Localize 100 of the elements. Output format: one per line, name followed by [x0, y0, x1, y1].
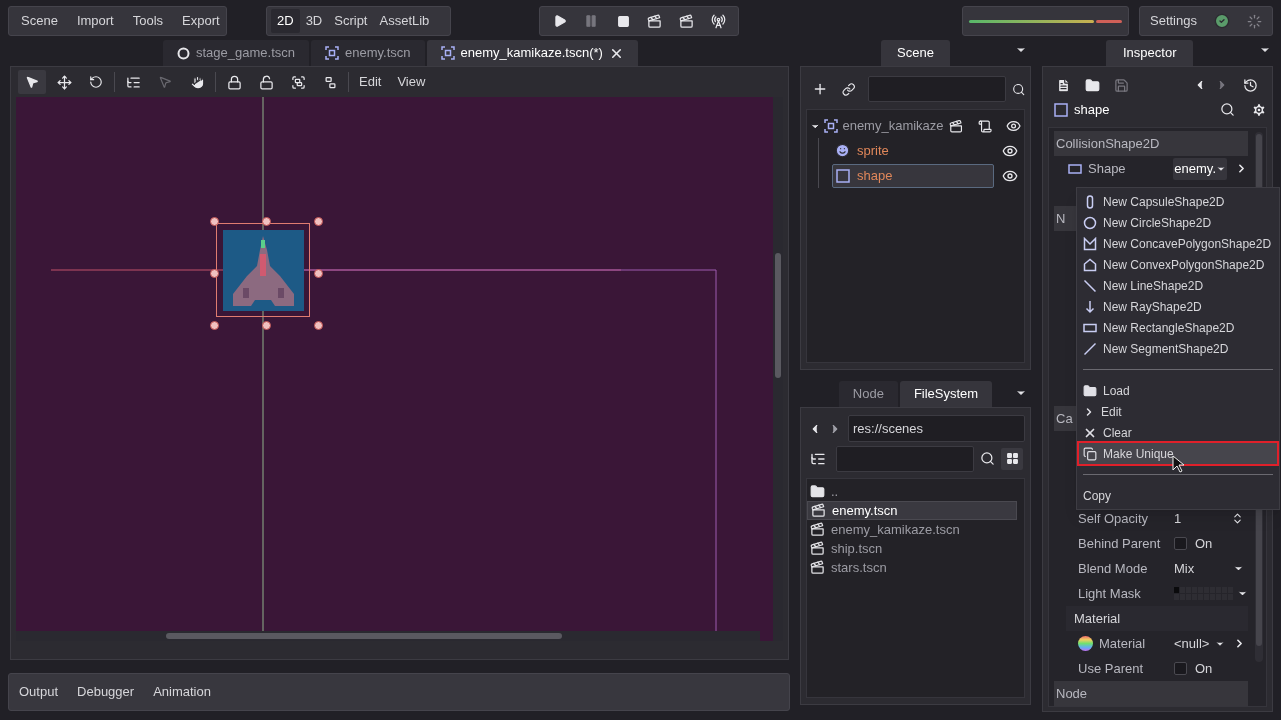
- convex-polygon-icon: [1083, 257, 1097, 272]
- sprite-selection[interactable]: [216, 223, 310, 317]
- number-field[interactable]: 1: [1174, 507, 1244, 530]
- dock-tab[interactable]: FileSystem: [899, 381, 993, 407]
- folder-icon[interactable]: [1085, 77, 1100, 93]
- bottom-tab[interactable]: Output: [19, 682, 59, 702]
- dropdown[interactable]: Mix: [1174, 557, 1244, 580]
- menu-item[interactable]: New ConvexPolygonShape2D: [1079, 254, 1277, 275]
- menu-item[interactable]: New RayShape2D: [1079, 296, 1277, 317]
- check-circle-icon: [1214, 13, 1230, 29]
- resize-handle[interactable]: [210, 269, 219, 278]
- bottom-tab[interactable]: Debugger: [77, 682, 135, 702]
- tree-item[interactable]: sprite: [832, 138, 994, 163]
- menu-label: Edit: [1101, 403, 1122, 421]
- file-tab[interactable]: enemy.tscn: [311, 40, 425, 66]
- workspace-tab[interactable]: 2D: [271, 9, 300, 33]
- menu-label: New ConcavePolygonShape2D: [1103, 235, 1272, 253]
- menu-button[interactable]: Tools: [124, 9, 172, 33]
- menu-button[interactable]: Import: [68, 9, 122, 33]
- dock-tab[interactable]: Node: [838, 381, 898, 407]
- clapperboard-icon[interactable]: [949, 118, 964, 134]
- checkbox-box[interactable]: [1174, 662, 1187, 675]
- tab-label: enemy_kamikaze.tscn(*): [460, 44, 603, 63]
- property-label: Light Mask: [1078, 584, 1141, 603]
- toolbar-menu[interactable]: Edit: [353, 70, 388, 94]
- rectangle-icon: [1068, 163, 1082, 174]
- search-icon[interactable]: [980, 451, 995, 466]
- file-item[interactable]: enemy.tscn: [807, 501, 1017, 520]
- checkbox[interactable]: On: [1174, 658, 1213, 679]
- down-arrow-icon: [1083, 299, 1097, 314]
- grid-icon: [1005, 452, 1019, 465]
- property-label: Blend Mode: [1078, 559, 1148, 578]
- grid-view-button[interactable]: [1001, 447, 1023, 470]
- resource-picker[interactable]: enemy.: [1173, 157, 1227, 180]
- select-tool-icon[interactable]: [18, 70, 46, 94]
- resize-handle[interactable]: [314, 321, 323, 330]
- new-file-icon[interactable]: [1056, 77, 1071, 93]
- file-tab[interactable]: stage_game.tscn: [163, 40, 309, 66]
- property-group[interactable]: Material: [1066, 606, 1248, 631]
- menu-item[interactable]: New RectangleShape2D: [1079, 317, 1277, 338]
- horizontal-scrollbar[interactable]: [16, 631, 760, 641]
- dock-tab[interactable]: Inspector: [1106, 40, 1194, 66]
- scrollbar-thumb[interactable]: [775, 253, 781, 378]
- menu-label: New CircleShape2D: [1103, 214, 1212, 232]
- link-icon[interactable]: [842, 81, 856, 97]
- file-item[interactable]: ship.tscn: [807, 539, 1017, 558]
- inspector-category: Node: [1054, 681, 1248, 706]
- checkbox[interactable]: On: [1174, 533, 1213, 554]
- menu-item[interactable]: New ConcavePolygonShape2D: [1079, 233, 1277, 254]
- file-name: stars.tscn: [831, 558, 887, 577]
- node2d-icon: [440, 46, 455, 60]
- workspace-tab[interactable]: AssetLib: [373, 9, 436, 33]
- resource-picker[interactable]: <null>: [1174, 632, 1226, 655]
- menu-item[interactable]: New LineShape2D: [1079, 275, 1277, 296]
- copy-icon: [1083, 446, 1097, 461]
- menu-label: New RectangleShape2D: [1103, 319, 1235, 337]
- menu-item[interactable]: New SegmentShape2D: [1079, 338, 1277, 359]
- tree-item[interactable]: shape: [832, 163, 994, 188]
- resize-handle[interactable]: [314, 269, 323, 278]
- file-tab[interactable]: enemy_kamikaze.tscn(*): [426, 40, 638, 66]
- search-field[interactable]: [836, 445, 974, 472]
- settings-icon[interactable]: [1251, 101, 1267, 118]
- menu-item[interactable]: Make Unique: [1079, 443, 1277, 464]
- file-name: ..: [831, 482, 839, 501]
- toolbar-menu[interactable]: View: [391, 70, 432, 94]
- workspace-tab[interactable]: Script: [328, 9, 374, 33]
- property-label: Self Opacity: [1078, 509, 1149, 528]
- resize-handle[interactable]: [262, 321, 271, 330]
- menu-button[interactable]: Export: [174, 9, 228, 33]
- workspace-tab[interactable]: 3D: [299, 9, 329, 33]
- resize-handle[interactable]: [314, 217, 323, 226]
- resize-handle[interactable]: [210, 217, 219, 226]
- bottom-tab[interactable]: Animation: [153, 682, 211, 702]
- eye-icon[interactable]: [1005, 118, 1021, 134]
- resize-handle[interactable]: [262, 217, 271, 226]
- checkbox-box[interactable]: [1174, 537, 1187, 550]
- menu-label: New SegmentShape2D: [1103, 340, 1229, 358]
- menu-label: New RayShape2D: [1103, 298, 1202, 316]
- settings-button[interactable]: Settings: [1150, 11, 1197, 31]
- file-item[interactable]: enemy_kamikaze.tscn: [807, 520, 1017, 539]
- file-item[interactable]: ..: [807, 482, 1017, 501]
- menu-button[interactable]: Scene: [13, 9, 66, 33]
- history-icon[interactable]: [1243, 77, 1258, 93]
- file-item[interactable]: stars.tscn: [807, 558, 1017, 577]
- filter-field[interactable]: [867, 76, 1006, 102]
- path-field[interactable]: res://scenes: [848, 415, 1025, 442]
- square-icon: [1054, 102, 1068, 117]
- scrollbar-thumb[interactable]: [166, 633, 562, 639]
- script-icon[interactable]: [977, 118, 992, 134]
- search-icon[interactable]: [1220, 102, 1235, 118]
- menu-label: New LineShape2D: [1103, 277, 1204, 295]
- search-icon[interactable]: [1011, 81, 1025, 97]
- menu-item[interactable]: Copy: [1079, 485, 1277, 506]
- save-icon[interactable]: [1114, 77, 1129, 93]
- concave-polygon-icon: [1083, 236, 1097, 251]
- property-label: Shape: [1088, 159, 1126, 178]
- dock-tab[interactable]: Scene: [881, 40, 950, 66]
- folder-icon: [810, 484, 825, 499]
- resize-handle[interactable]: [210, 321, 219, 330]
- menu-item[interactable]: Load: [1079, 380, 1277, 401]
